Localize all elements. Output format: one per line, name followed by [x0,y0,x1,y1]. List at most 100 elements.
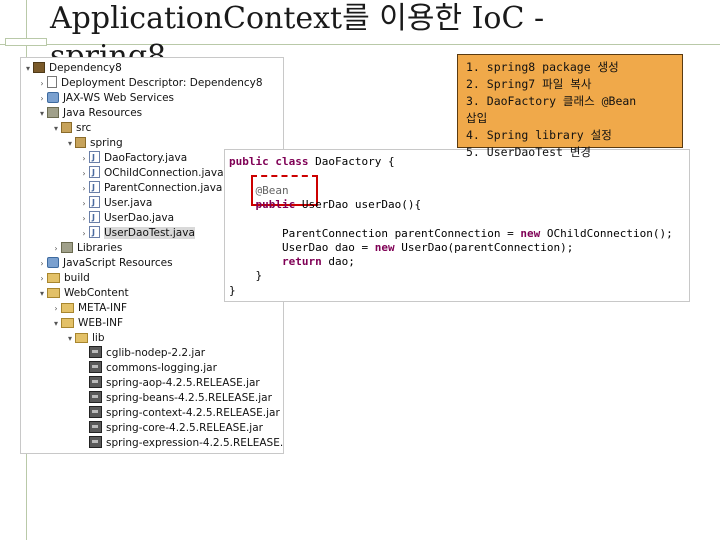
jar-icon [89,361,102,373]
expanded-arrow-icon[interactable]: ▾ [51,316,61,331]
tree-item-label: spring-beans-4.2.5.RELEASE.jar [106,392,272,404]
tree-item[interactable]: spring-aop-4.2.5.RELEASE.jar [21,376,283,391]
tree-item[interactable]: ▾ Dependency8 [21,61,283,76]
code-text: UserDao dao = [229,240,375,254]
tree-item-label: spring-aop-4.2.5.RELEASE.jar [106,377,260,389]
code-text: ParentConnection parentConnection = [229,226,521,240]
collapsed-arrow-icon[interactable]: › [37,256,47,271]
step-line: 2. Spring7 파일 복사 [466,77,592,91]
expanded-arrow-icon[interactable]: ▾ [51,121,61,136]
code-text: UserDao(parentConnection); [401,240,574,254]
tree-item-label: JAX-WS Web Services [63,92,175,104]
code-line: @Bean [229,184,288,198]
tree-item-label: OChildConnection.java [104,167,224,179]
code-text: UserDao userDao(){ [301,197,422,211]
folder-icon [47,288,60,298]
code-editor: public class DaoFactory { @Bean public U… [224,149,690,302]
code-keyword: public class [229,155,316,168]
step-line: 4. Spring library 설정 [466,128,612,142]
tree-item-label: build [64,272,90,284]
jar-icon [89,376,102,388]
tree-item[interactable]: cglib-nodep-2.2.jar [21,346,283,361]
step-line: 1. spring8 package 생성 [466,60,619,74]
folder-icon [61,318,74,328]
collapsed-arrow-icon[interactable]: › [79,211,89,226]
tree-item-label: lib [92,332,105,344]
expanded-arrow-icon[interactable]: ▾ [65,136,75,151]
tree-item-label: Libraries [77,242,123,254]
collapsed-arrow-icon[interactable]: › [51,241,61,256]
java-file-icon [89,195,100,210]
tree-item[interactable]: ▾ WEB-INF [21,316,283,331]
tree-item-label: META-INF [78,302,128,314]
collapsed-arrow-icon[interactable]: › [37,91,47,106]
code-text: } [229,283,236,297]
code-line: public UserDao userDao(){ [229,197,422,212]
collapsed-arrow-icon[interactable]: › [79,166,89,181]
collapsed-arrow-icon[interactable]: › [79,181,89,196]
folder-icon [61,303,74,313]
tree-item-label: spring-core-4.2.5.RELEASE.jar [106,422,263,434]
java-file-icon [89,225,100,240]
tree-item-label: src [76,122,92,134]
tree-item[interactable]: ▾ Java Resources [21,106,283,121]
source-folder-icon [61,122,72,133]
tree-item[interactable]: ▾ lib [21,331,283,346]
collapsed-arrow-icon[interactable]: › [51,301,61,316]
java-file-icon [89,165,100,180]
tree-item[interactable]: › Deployment Descriptor: Dependency8 [21,76,283,91]
collapsed-arrow-icon[interactable]: › [37,76,47,91]
expanded-arrow-icon[interactable]: ▾ [65,331,75,346]
project-icon [33,62,45,73]
tree-item[interactable]: ▾ src [21,121,283,136]
steps-note: 1. spring8 package 생성 2. Spring7 파일 복사 3. … [457,54,683,159]
tree-item[interactable]: › META-INF [21,301,283,316]
collapsed-arrow-icon[interactable]: › [79,151,89,166]
java-file-icon [89,210,100,225]
javascript-icon [47,257,59,268]
tree-item[interactable]: spring-expression-4.2.5.RELEASE.jar [21,436,283,451]
folder-icon [47,273,60,283]
tree-item-label: Deployment Descriptor: Dependency8 [61,77,263,89]
tree-item[interactable]: › JAX-WS Web Services [21,91,283,106]
code-text: } [229,269,263,283]
tree-item-label: WebContent [64,287,129,299]
collapsed-arrow-icon[interactable]: › [37,271,47,286]
tree-item-label: User.java [104,197,153,209]
tree-item-label: cglib-nodep-2.2.jar [106,347,206,359]
step-line: 3. DaoFactory 클래스 @Bean [466,94,637,108]
tree-item-label: WEB-INF [78,317,123,329]
collapsed-arrow-icon[interactable]: › [79,196,89,211]
package-icon [75,137,86,148]
code-line: ParentConnection parentConnection = new … [229,227,673,241]
java-file-icon [89,150,100,165]
expanded-arrow-icon[interactable]: ▾ [37,106,47,121]
tree-item[interactable]: commons-logging.jar [21,361,283,376]
code-line: return dao; [229,255,355,269]
tree-item[interactable]: spring-beans-4.2.5.RELEASE.jar [21,391,283,406]
step-line: 5. UserDaoTest 변경 [466,145,592,159]
folder-icon [75,333,88,343]
tree-item[interactable]: spring-context-4.2.5.RELEASE.jar [21,406,283,421]
jar-icon [89,391,102,403]
expanded-arrow-icon[interactable]: ▾ [37,286,47,301]
code-keyword: public [255,197,302,211]
tree-item-label: Dependency8 [49,62,122,74]
jar-icon [89,406,102,418]
tree-item-label: JavaScript Resources [63,257,173,269]
tree-item-label: UserDaoTest.java [104,227,195,239]
collapsed-arrow-icon[interactable]: › [79,226,89,241]
code-line: UserDao dao = new UserDao(parentConnecti… [229,241,573,255]
code-keyword: new [520,226,547,240]
code-line: public class DaoFactory { [229,155,395,169]
tree-item-label: DaoFactory.java [104,152,188,164]
java-resources-icon [47,107,59,118]
code-text: OChildConnection(); [546,226,673,240]
expanded-arrow-icon[interactable]: ▾ [23,61,33,76]
code-keyword: return [281,255,329,269]
tree-item[interactable]: spring-core-4.2.5.RELEASE.jar [21,421,283,436]
libraries-icon [61,242,73,253]
tree-item-label: spring-context-4.2.5.RELEASE.jar [106,407,280,419]
